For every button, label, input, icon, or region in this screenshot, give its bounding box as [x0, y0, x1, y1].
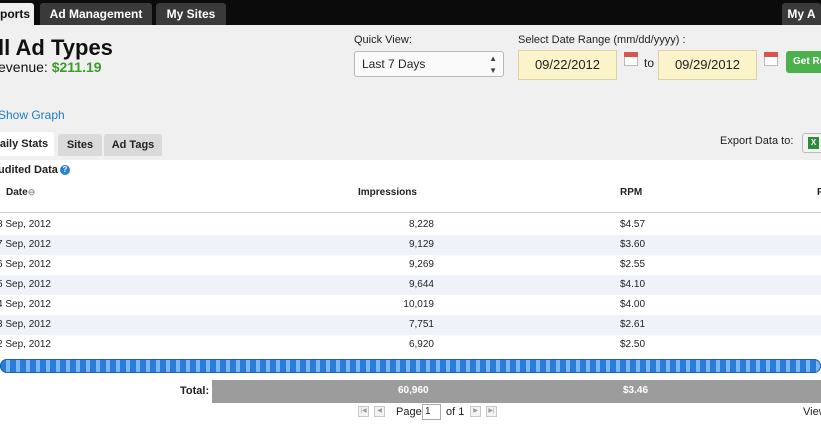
cell-impressions: 8,228	[408, 219, 434, 230]
total-rpm: $3.46	[623, 385, 649, 396]
total-label: Total:	[180, 385, 210, 397]
cell-rpm: $2.50	[620, 339, 646, 350]
date-range-label: Select Date Range (mm/dd/yyyy) :	[518, 34, 686, 46]
cell-date: 7 Sep, 2012	[0, 239, 51, 250]
cell-impressions: 9,644	[408, 279, 434, 290]
next-page-icon[interactable]: ▶	[470, 406, 481, 417]
cell-rpm: $2.61	[620, 319, 646, 330]
table-row: 8 Sep, 2012 8,228 $4.57	[0, 215, 821, 235]
view-label: View	[803, 406, 821, 418]
page-label: Page	[396, 406, 422, 418]
cell-impressions: 6,920	[408, 339, 434, 350]
cell-date: 8 Sep, 2012	[0, 219, 51, 230]
last-page-icon[interactable]: ▶|	[486, 406, 497, 417]
tab-daily-stats[interactable]: aily Stats	[0, 132, 54, 156]
page-title: ll Ad Types	[0, 35, 113, 60]
cell-impressions: 9,129	[408, 239, 434, 250]
cell-impressions: 9,269	[408, 259, 434, 270]
table-row: 4 Sep, 2012 10,019 $4.00	[0, 295, 821, 315]
tab-my-account[interactable]: My A	[782, 3, 821, 25]
page-number-input[interactable]: 1	[422, 404, 441, 420]
table-row: 2 Sep, 2012 6,920 $2.50	[0, 335, 821, 355]
tab-ad-tags[interactable]: Ad Tags	[104, 134, 162, 156]
tab-my-sites[interactable]: My Sites	[156, 3, 226, 25]
info-icon[interactable]: ?	[59, 165, 70, 175]
quick-view-label: Quick View:	[354, 34, 412, 46]
cell-date: 2 Sep, 2012	[0, 339, 51, 350]
cell-rpm: $2.55	[620, 259, 646, 270]
unaudited-data-label: udited Data?	[0, 164, 70, 176]
calendar-icon[interactable]	[624, 52, 638, 66]
get-report-button[interactable]: Get Re	[786, 51, 821, 73]
page-count-label: of 1	[446, 406, 465, 418]
table-row: 5 Sep, 2012 9,644 $4.10	[0, 275, 821, 295]
column-header-extra[interactable]: F	[817, 187, 821, 198]
cell-rpm: $4.00	[620, 299, 646, 310]
calendar-icon[interactable]	[764, 52, 778, 66]
total-row	[212, 380, 821, 403]
column-header-impressions[interactable]: Impressions	[358, 187, 417, 198]
table-row: 6 Sep, 2012 9,269 $2.55	[0, 255, 821, 275]
end-date-input[interactable]: 09/29/2012	[658, 50, 757, 80]
top-nav-bar: ports Ad Management My Sites My A	[0, 0, 821, 25]
column-header-date[interactable]: Date⊖	[6, 187, 35, 198]
quick-view-select[interactable]: Last 7 Days ▲ ▼	[354, 51, 504, 77]
tab-reports[interactable]: ports	[0, 3, 34, 25]
cell-rpm: $4.10	[620, 279, 646, 290]
section-label: udited Data	[0, 164, 58, 176]
loading-bar	[0, 359, 821, 373]
cell-date: 3 Sep, 2012	[0, 319, 51, 330]
header-divider	[0, 212, 821, 213]
tab-sites[interactable]: Sites	[58, 134, 102, 156]
sort-icon: ⊖	[27, 187, 36, 197]
export-label: Export Data to:	[720, 135, 794, 147]
total-impressions: 60,960	[398, 385, 429, 396]
select-arrows-icon: ▲ ▼	[489, 54, 497, 75]
cell-impressions: 7,751	[408, 319, 434, 330]
revenue-label: evenue:	[0, 59, 48, 75]
column-header-label: Date	[6, 187, 28, 198]
show-graph-link[interactable]: Show Graph	[0, 108, 65, 122]
table-row: 3 Sep, 2012 7,751 $2.61	[0, 315, 821, 335]
tab-ad-management[interactable]: Ad Management	[40, 3, 152, 25]
revenue-value: $211.19	[51, 59, 102, 75]
cell-impressions: 10,019	[403, 299, 434, 310]
start-date-input[interactable]: 09/22/2012	[518, 50, 617, 80]
table-row: 7 Sep, 2012 9,129 $3.60	[0, 235, 821, 255]
first-page-icon[interactable]: |◀	[358, 406, 369, 417]
revenue-summary: evenue: $211.19	[0, 59, 102, 75]
to-label: to	[644, 56, 655, 70]
cell-rpm: $4.57	[620, 219, 646, 230]
cell-date: 5 Sep, 2012	[0, 279, 51, 290]
prev-page-icon[interactable]: ◀	[374, 406, 385, 417]
quick-view-value: Last 7 Days	[362, 57, 426, 71]
cell-date: 4 Sep, 2012	[0, 299, 51, 310]
export-excel-button[interactable]: X	[802, 133, 821, 153]
cell-rpm: $3.60	[620, 239, 646, 250]
column-header-rpm[interactable]: RPM	[620, 187, 642, 198]
excel-icon: X	[808, 137, 819, 149]
cell-date: 6 Sep, 2012	[0, 259, 51, 270]
